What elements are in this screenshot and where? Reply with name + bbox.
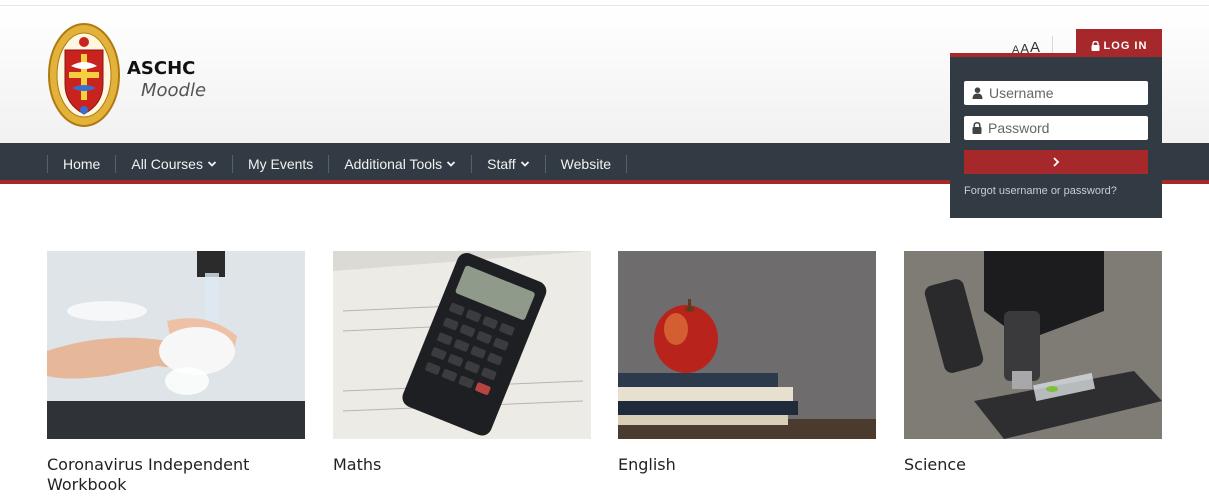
nav-item-all-courses[interactable]: All Courses <box>115 154 232 173</box>
nav-item-label: My Events <box>247 155 314 172</box>
chevron-down-icon <box>520 160 529 167</box>
lock-icon <box>972 122 982 134</box>
course-card-science[interactable]: Science <box>904 251 1162 475</box>
course-grid: Coronavirus Independent Workbook Maths E… <box>47 251 1163 497</box>
forgot-password-link[interactable]: Forgot username or password? <box>964 185 1117 197</box>
nav-item-label: Home <box>63 155 101 172</box>
password-input[interactable] <box>988 120 1138 136</box>
login-panel: Forgot username or password? <box>950 53 1162 218</box>
course-image-microscope[interactable] <box>904 251 1162 439</box>
username-field[interactable] <box>964 81 1148 105</box>
nav-item-my-events[interactable]: My Events <box>231 154 328 173</box>
course-image-apple-books[interactable] <box>618 251 876 439</box>
user-icon <box>972 87 983 99</box>
course-name[interactable]: Science <box>904 455 1162 475</box>
nav-list: Home All Courses My Events Additional To… <box>47 143 627 184</box>
chevron-down-icon <box>207 160 217 167</box>
nav-item-staff[interactable]: Staff <box>471 154 545 173</box>
nav-item-label: Website <box>560 155 611 172</box>
brand-title[interactable]: ASCHC <box>127 58 195 79</box>
password-field[interactable] <box>964 116 1148 140</box>
username-input[interactable] <box>989 85 1139 101</box>
course-image-handwashing[interactable] <box>47 251 305 439</box>
nav-item-additional-tools[interactable]: Additional Tools <box>328 154 471 173</box>
chevron-down-icon <box>446 160 456 167</box>
brand-subtitle[interactable]: Moodle <box>141 80 206 101</box>
course-card-coronavirus[interactable]: Coronavirus Independent Workbook <box>47 251 305 495</box>
chevron-right-icon <box>1053 157 1060 167</box>
course-card-english[interactable]: English <box>618 251 876 475</box>
nav-item-website[interactable]: Website <box>544 154 627 173</box>
nav-item-home[interactable]: Home <box>47 154 115 173</box>
login-submit-button[interactable] <box>964 150 1148 174</box>
course-name[interactable]: English <box>618 455 876 475</box>
nav-item-label: Additional Tools <box>344 155 443 172</box>
lock-icon <box>1091 41 1100 51</box>
login-button-label: LOG IN <box>1103 40 1148 52</box>
course-card-maths[interactable]: Maths <box>333 251 591 475</box>
school-crest-icon[interactable] <box>47 22 121 128</box>
course-image-calculator[interactable] <box>333 251 591 439</box>
course-name[interactable]: Coronavirus Independent Workbook <box>47 455 305 495</box>
course-name[interactable]: Maths <box>333 455 591 475</box>
nav-item-label: All Courses <box>131 155 203 172</box>
nav-item-label: Staff <box>487 155 516 172</box>
